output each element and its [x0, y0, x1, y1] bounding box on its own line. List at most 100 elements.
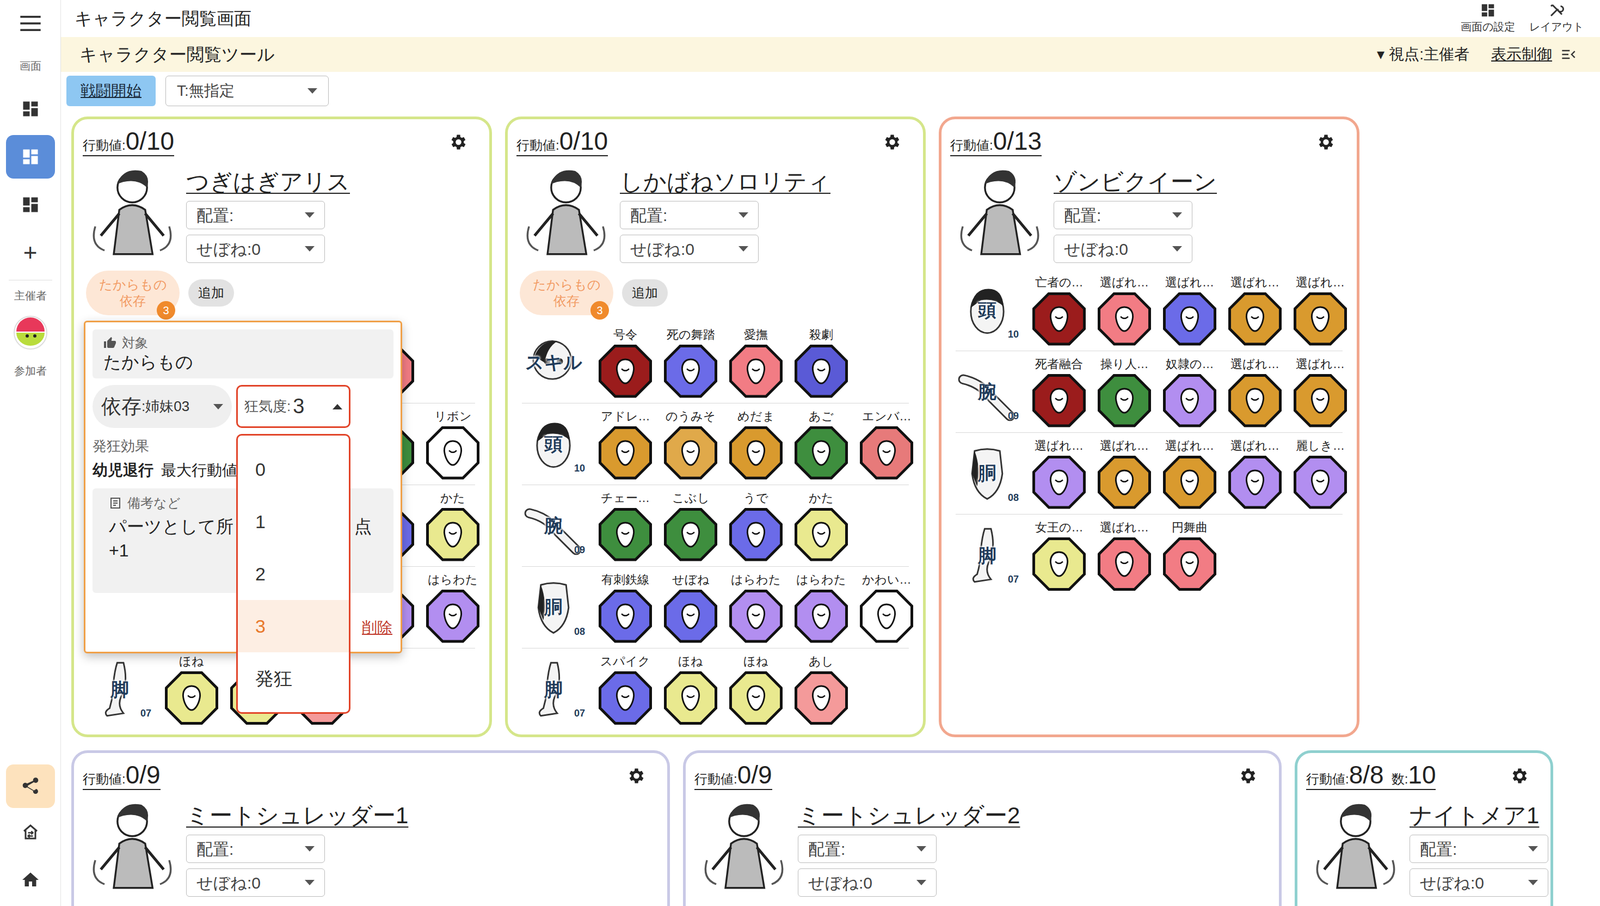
part[interactable]: こぶし [657, 490, 724, 562]
placement-select[interactable]: 配置: [797, 834, 937, 863]
switch-button[interactable] [5, 807, 55, 856]
part[interactable]: あし [788, 653, 854, 725]
part[interactable]: 号令 [592, 327, 658, 398]
add-button[interactable]: 追加 [188, 279, 235, 307]
dependency-select[interactable]: 依存:姉妹03 [92, 384, 232, 428]
part[interactable]: あご [788, 408, 854, 480]
placement-select[interactable]: 配置: [186, 200, 325, 230]
target-select[interactable]: T:無指定 [165, 75, 329, 107]
action-value[interactable]: 行動値:8/8数:10 [1306, 761, 1436, 790]
part[interactable]: リボン [420, 408, 486, 480]
part[interactable]: 死者融合 [1026, 356, 1092, 428]
part[interactable]: 選ばれ… [1222, 438, 1288, 509]
part[interactable]: ほね [158, 653, 225, 725]
gear-icon[interactable] [881, 132, 902, 152]
action-value[interactable]: 行動値:0/10 [82, 127, 175, 157]
spine-select[interactable]: せぼね:0 [619, 234, 759, 263]
part[interactable]: 死の舞踏 [657, 327, 724, 398]
action-value[interactable]: 行動値:0/9 [82, 761, 161, 790]
part[interactable]: 愛撫 [723, 327, 789, 398]
part[interactable]: 選ばれ… [1157, 274, 1223, 346]
madness-option[interactable]: 発狂 [237, 651, 349, 705]
spine-select[interactable]: せぼね:0 [186, 868, 325, 897]
madness-select[interactable]: 狂気度:3 [236, 384, 351, 428]
part[interactable]: チェー… [592, 490, 658, 562]
host-avatar[interactable] [13, 310, 48, 355]
share-button[interactable] [5, 764, 55, 808]
spine-select[interactable]: せぼね:0 [186, 234, 325, 263]
gear-icon[interactable] [625, 765, 646, 786]
part[interactable]: 有刺鉄線 [592, 571, 658, 643]
part[interactable]: かわい… [853, 571, 920, 643]
part[interactable]: ほね [657, 653, 724, 725]
part[interactable]: 円舞曲 [1157, 519, 1223, 591]
part[interactable]: 奴隷の… [1157, 356, 1223, 428]
part[interactable]: はらわた [723, 571, 789, 643]
part[interactable]: 選ばれ… [1287, 356, 1353, 428]
display-control[interactable]: 表示制御 [1491, 42, 1577, 66]
spine-select[interactable]: せぼね:0 [1409, 868, 1549, 897]
part[interactable]: スパイク [592, 653, 658, 725]
part[interactable]: 麗しき… [1287, 438, 1353, 509]
placement-select[interactable]: 配置: [619, 200, 759, 230]
part[interactable]: 選ばれ… [1157, 438, 1223, 509]
delete-link[interactable]: 削除 [361, 616, 394, 645]
part[interactable]: かた [420, 490, 486, 562]
part[interactable]: 亡者の… [1026, 274, 1092, 346]
dependency-badge[interactable]: たからもの依存3 [519, 270, 614, 316]
madness-option[interactable]: 2 [237, 547, 349, 600]
gear-icon[interactable] [1315, 132, 1335, 152]
display-control-link[interactable]: 表示制御 [1491, 42, 1553, 66]
character-name[interactable]: ゾンビクイーン [1053, 168, 1217, 196]
gear-icon[interactable] [1509, 765, 1529, 786]
layout-button[interactable]: レイアウト [1525, 2, 1587, 35]
action-value[interactable]: 行動値:0/10 [516, 127, 608, 157]
gear-icon[interactable] [1237, 765, 1258, 786]
add-button[interactable]: 追加 [622, 279, 668, 307]
part[interactable]: かた [788, 490, 854, 562]
madness-option[interactable]: 1 [237, 495, 349, 548]
part[interactable]: 選ばれ… [1222, 356, 1288, 428]
part[interactable]: ほね [723, 653, 789, 725]
placement-select[interactable]: 配置: [1409, 834, 1549, 863]
screen-item[interactable] [5, 182, 55, 227]
part[interactable]: 操り人… [1091, 356, 1158, 428]
add-screen-button[interactable]: + [5, 230, 55, 275]
part[interactable]: 選ばれ… [1091, 519, 1158, 591]
screen-settings-button[interactable]: 画面の設定 [1457, 2, 1519, 35]
viewpoint-toggle[interactable]: ▾ 視点:主催者 [1376, 42, 1470, 66]
madness-option[interactable]: 3 [237, 599, 349, 652]
part[interactable]: アドレ… [592, 408, 658, 480]
action-value[interactable]: 行動値:0/9 [694, 761, 773, 790]
part[interactable]: 選ばれ… [1091, 438, 1158, 509]
home-button[interactable] [5, 855, 55, 904]
action-value[interactable]: 行動値:0/13 [950, 127, 1042, 157]
part[interactable]: めだま [723, 408, 789, 480]
dependency-badge[interactable]: たからもの依存3 [85, 270, 180, 316]
madness-option[interactable]: 0 [237, 442, 349, 496]
menu-button[interactable] [20, 0, 41, 47]
placement-select[interactable]: 配置: [1053, 200, 1193, 230]
screen-item[interactable] [5, 134, 55, 179]
part[interactable]: 選ばれ… [1026, 438, 1092, 509]
character-name[interactable]: ミートシュレッダー1 [186, 801, 409, 829]
spine-select[interactable]: せぼね:0 [797, 868, 937, 897]
part[interactable]: 選ばれ… [1222, 274, 1288, 346]
part[interactable]: 選ばれ… [1091, 274, 1158, 346]
gear-icon[interactable] [447, 132, 468, 152]
battle-start-button[interactable]: 戦闘開始 [66, 75, 156, 107]
screen-item[interactable] [5, 87, 55, 131]
part[interactable]: はらわた [420, 571, 486, 643]
part[interactable]: 殺劇 [788, 327, 854, 398]
part[interactable]: 女王の… [1026, 519, 1092, 591]
spine-select[interactable]: せぼね:0 [1053, 234, 1193, 263]
placement-select[interactable]: 配置: [186, 834, 325, 863]
part[interactable]: はらわた [788, 571, 854, 643]
part[interactable]: のうみそ [657, 408, 724, 480]
part[interactable]: 選ばれ… [1287, 274, 1353, 346]
character-name[interactable]: ナイトメア1 [1409, 801, 1549, 829]
part[interactable]: エンバ… [853, 408, 920, 480]
character-name[interactable]: ミートシュレッダー2 [797, 801, 1020, 829]
character-name[interactable]: つぎはぎアリス [186, 168, 350, 196]
character-name[interactable]: しかばねソロリティ [619, 168, 831, 196]
